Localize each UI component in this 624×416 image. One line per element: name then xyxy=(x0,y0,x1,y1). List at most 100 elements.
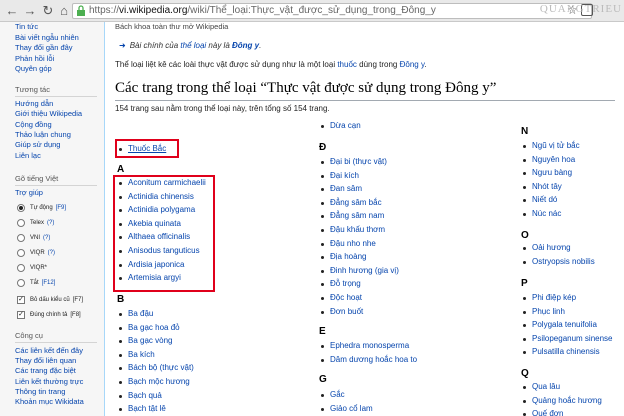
category-item[interactable]: Đỗ trọng xyxy=(319,277,399,291)
category-item[interactable]: Đại bi (thực vật) xyxy=(319,155,399,169)
category-item[interactable]: Đinh hương (gia vị) xyxy=(319,264,399,278)
category-list: Ephedra monosperma Dâm dương hoắc hoa to xyxy=(319,339,417,366)
sidebar-link[interactable]: Các trang đặc biệt xyxy=(15,366,76,376)
category-item[interactable]: Quảng hoắc hương xyxy=(521,394,602,408)
category-list: Phi điệp kép Phục linh Polygala tenuifolia… xyxy=(521,291,613,359)
category-item[interactable]: Đơn buốt xyxy=(319,305,399,319)
input-method-radio[interactable] xyxy=(17,279,25,287)
category-item[interactable]: Đại kích xyxy=(319,169,399,183)
sidebar-link[interactable]: Tin tức xyxy=(15,22,38,32)
category-item[interactable]: Bạch tật lê xyxy=(117,402,194,416)
category-item[interactable]: Ngũ vị tử bắc xyxy=(521,139,580,153)
category-item[interactable]: Dừa cạn xyxy=(319,119,361,133)
category-item[interactable]: Phục linh xyxy=(521,305,613,319)
hatnote: ➜ Bài chính của thể loại này là Đông y. xyxy=(119,41,261,50)
category-item[interactable]: Ngưu bàng xyxy=(521,166,580,180)
reload-icon[interactable]: ↻ xyxy=(40,3,56,19)
category-item[interactable]: Niết dó xyxy=(521,193,580,207)
intro-link-dongy[interactable]: Đông y xyxy=(400,60,425,69)
intro-link-thuoc[interactable]: thuốc xyxy=(337,60,357,69)
sidebar-link[interactable]: Thông tin trang xyxy=(15,387,65,397)
option-checkbox[interactable]: ✓ xyxy=(17,296,25,304)
category-list: Ngũ vị tử bắc Nguyên hoa Ngưu bàng Nhót tây… xyxy=(521,139,580,221)
category-item[interactable]: Đậu khấu thơm xyxy=(319,223,399,237)
sidebar-link[interactable]: Thay đổi gần đây xyxy=(15,43,73,53)
category-item[interactable]: Ephedra monosperma xyxy=(319,339,417,353)
category-item[interactable]: Nguyên hoa xyxy=(521,153,580,167)
sidebar-link[interactable]: Thay đổi liên quan xyxy=(15,356,76,366)
sidebar-link[interactable]: Các liên kết đến đây xyxy=(15,346,83,356)
category-item[interactable]: Psilopeganum sinense xyxy=(521,332,613,346)
category-item[interactable]: Ostryopsis nobilis xyxy=(521,255,595,269)
category-item[interactable]: Địa hoàng xyxy=(319,250,399,264)
sidebar-link[interactable]: Liên kết thường trực xyxy=(15,377,83,387)
lock-icon xyxy=(77,5,85,16)
input-method-key: (?) xyxy=(47,220,55,226)
category-item[interactable]: Núc nác xyxy=(521,207,580,221)
input-method-radio[interactable] xyxy=(17,234,25,242)
category-item[interactable]: Gắc xyxy=(319,388,373,402)
hatnote-link-category[interactable]: thể loại xyxy=(180,41,206,50)
hatnote-prefix: Bài chính của xyxy=(129,41,181,50)
category-item[interactable]: Bách bộ (thực vật) xyxy=(117,361,194,375)
category-item[interactable]: Dâm dương hoắc hoa to xyxy=(319,353,417,367)
category-item[interactable]: Qua lâu xyxy=(521,380,602,394)
input-method-label: Tắt [F12] xyxy=(30,278,55,288)
back-icon[interactable]: ← xyxy=(4,3,20,19)
input-method-name: VIQR* xyxy=(30,265,48,271)
category-item[interactable]: Pulsatilla chinensis xyxy=(521,345,613,359)
sidebar-link[interactable]: Quyên góp xyxy=(15,64,52,74)
sidebar-link[interactable]: Phản hồi lỗi xyxy=(15,54,54,64)
input-method-key: (?) xyxy=(47,250,56,256)
hatnote-suffix: . xyxy=(259,41,262,50)
sidebar-heading-typing: Gõ tiếng Việt xyxy=(15,174,59,183)
url-prefix: https:// xyxy=(89,5,120,16)
option-checkbox[interactable]: ✓ xyxy=(17,311,25,319)
category-item[interactable]: Đẳng sâm nam xyxy=(319,209,399,223)
category-item[interactable]: Polygala tenuifolia xyxy=(521,318,613,332)
input-method-label: Telex (?) xyxy=(30,218,54,228)
input-method-radio[interactable] xyxy=(17,204,25,212)
sidebar-link[interactable]: Cộng đồng xyxy=(15,120,52,130)
sidebar-link[interactable]: Giới thiệu Wikipedia xyxy=(15,109,82,119)
address-bar[interactable]: https://vi.wikipedia.org/wiki/Thể_loại:T… xyxy=(72,3,592,19)
category-item[interactable]: Độc hoạt xyxy=(319,291,399,305)
hatnote-link-dongy[interactable]: Đông y xyxy=(232,41,259,50)
category-item[interactable]: Phi điệp kép xyxy=(521,291,613,305)
category-item[interactable]: Đan sâm xyxy=(319,182,399,196)
category-item[interactable]: Giảo cổ lam xyxy=(319,402,373,416)
category-item[interactable]: Nhót tây xyxy=(521,180,580,194)
category-item[interactable]: Bạch mộc hương xyxy=(117,375,194,389)
category-item[interactable]: Ba kích xyxy=(117,348,194,362)
input-method-name: Tắt xyxy=(30,280,39,286)
letter-heading: Q xyxy=(521,368,529,379)
category-item[interactable]: Oải hương xyxy=(521,241,595,255)
letter-heading: P xyxy=(521,278,528,289)
intro-prefix: Thể loại liệt kê các loài thực vật được … xyxy=(115,60,338,69)
home-icon[interactable]: ⌂ xyxy=(56,3,72,19)
sidebar-divider xyxy=(15,342,97,343)
input-method-key: [F12] xyxy=(41,280,56,286)
sidebar-link[interactable]: Giúp sử dụng xyxy=(15,140,60,150)
category-item[interactable]: Ba gạc hoa đỏ xyxy=(117,321,194,335)
category-item[interactable]: Đẳng sâm bắc xyxy=(319,196,399,210)
sidebar-link[interactable]: Hướng dẫn xyxy=(15,99,53,109)
category-item[interactable]: Ba đậu xyxy=(117,307,194,321)
sidebar-link[interactable]: Thảo luận chung xyxy=(15,130,71,140)
sidebar-link[interactable]: Khoản mục Wikidata xyxy=(15,397,84,407)
page-title: Các trang trong thể loại “Thực vật được … xyxy=(115,80,497,96)
forward-icon[interactable]: → xyxy=(22,3,38,19)
category-item[interactable]: Bạch quả xyxy=(117,389,194,403)
category-item[interactable]: Đậu nho nhe xyxy=(319,237,399,251)
typing-help-link[interactable]: Trợ giúp xyxy=(15,188,43,198)
category-item[interactable]: Quế đơn xyxy=(521,407,602,416)
input-method-radio[interactable] xyxy=(17,264,25,272)
letter-heading: A xyxy=(117,164,125,175)
sidebar-link[interactable]: Liên lạc xyxy=(15,151,41,161)
sidebar-link[interactable]: Bài viết ngẫu nhiên xyxy=(15,33,79,43)
category-item[interactable]: Ba gạc vòng xyxy=(117,334,194,348)
input-method-name: Telex xyxy=(30,220,45,226)
input-method-radio[interactable] xyxy=(17,219,25,227)
page-count: 154 trang sau nằm trong thể loại này, tr… xyxy=(115,104,330,113)
input-method-radio[interactable] xyxy=(17,249,25,257)
